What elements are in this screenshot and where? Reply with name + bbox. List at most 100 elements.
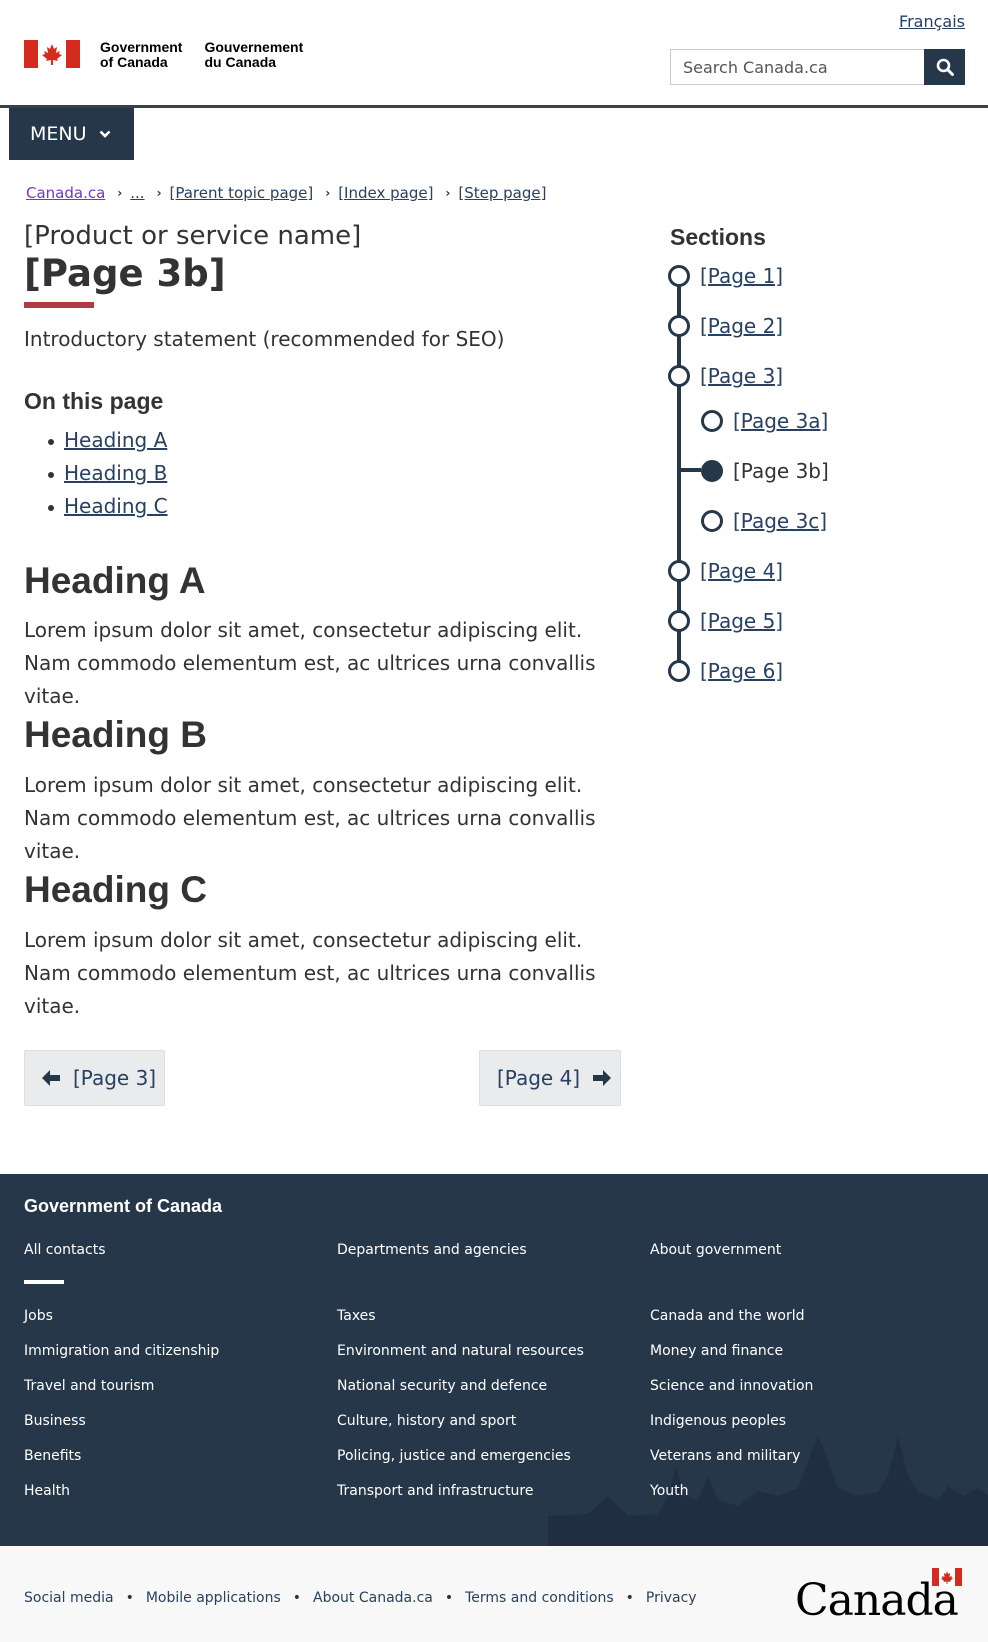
search-button[interactable] [924,49,965,85]
step-circle-icon [668,365,690,387]
separator-dot: • [444,1590,454,1606]
footer-link-privacy[interactable]: Privacy [646,1590,697,1606]
section-heading-c: Heading C [24,869,207,910]
footer-link[interactable]: Science and innovation [650,1378,813,1394]
footer-link[interactable]: Policing, justice and emergencies [337,1448,571,1464]
sections-nav-item: [Page 4] [668,559,783,583]
sections-nav-item: [Page 2] [668,314,783,338]
chevron-right-icon: › [156,186,162,200]
page-title: [Page 3b] [24,252,226,295]
footer-link-mobile-apps[interactable]: Mobile applications [146,1590,281,1606]
sections-nav-link-page-2[interactable]: [Page 2] [700,314,783,338]
on-this-page-link-heading-c[interactable]: Heading C [64,494,168,518]
footer-link[interactable]: Business [24,1413,86,1429]
separator-dot: • [292,1590,302,1606]
sections-nav-link-page-4[interactable]: [Page 4] [700,559,783,583]
language-toggle-link[interactable]: Français [899,12,965,31]
footer-link-social-media[interactable]: Social media [24,1590,114,1606]
breadcrumb-link-ellipsis[interactable]: ... [130,184,144,202]
sections-nav-item: [Page 3b] [701,459,829,483]
next-page-button[interactable]: [Page 4] [479,1050,621,1106]
footer-column-3: Canada and the world Money and finance S… [650,1308,813,1518]
breadcrumb-item: [Parent topic page] [170,184,314,202]
list-item: Money and finance [650,1343,813,1378]
breadcrumb-link-home[interactable]: Canada.ca [26,184,105,202]
step-filled-circle-icon [701,460,723,482]
footer-link[interactable]: Indigenous peoples [650,1413,786,1429]
list-item: Business [24,1413,219,1448]
search-input[interactable] [670,49,924,85]
on-this-page-link-heading-a[interactable]: Heading A [64,428,167,452]
footer-link[interactable]: Environment and natural resources [337,1343,584,1359]
footer-title: Government of Canada [24,1196,223,1216]
signature-french: Gouvernement du Canada [204,40,303,70]
arrow-right-icon [593,1070,612,1086]
breadcrumb-item: Canada.ca [26,184,105,202]
list-item: Immigration and citizenship [24,1343,219,1378]
section-body-a: Lorem ipsum dolor sit amet, consectetur … [24,618,596,708]
search-form [670,49,965,85]
footer-link-about-government[interactable]: About government [650,1242,781,1258]
list-item: Benefits [24,1448,219,1483]
sections-nav-item: [Page 3c] [701,509,827,533]
step-circle-icon [668,315,690,337]
list-item: Policing, justice and emergencies [337,1448,584,1483]
intro-statement: Introductory statement (recommended for … [24,327,505,351]
header-divider [0,105,988,108]
chevron-right-icon: › [117,186,123,200]
footer-link[interactable]: Money and finance [650,1343,783,1359]
arrow-left-icon [42,1070,60,1086]
sections-nav-link-page-3[interactable]: [Page 3] [700,364,783,388]
footer-link-departments[interactable]: Departments and agencies [337,1242,527,1258]
footer-link-terms[interactable]: Terms and conditions [465,1590,614,1606]
sections-nav-link-page-6[interactable]: [Page 6] [700,659,783,683]
canada-wordmark: Canada [795,1568,962,1626]
list-item: Travel and tourism [24,1378,219,1413]
breadcrumb-link-index[interactable]: [Index page] [338,184,433,202]
on-this-page-link-heading-b[interactable]: Heading B [64,461,167,485]
sections-nav-link-page-3c[interactable]: [Page 3c] [733,509,827,533]
footer-link-all-contacts[interactable]: All contacts [24,1242,106,1258]
sections-nav-title: Sections [670,224,766,250]
menu-button-label: MENU [30,123,87,145]
government-signature[interactable]: Government of Canada Gouvernement du Can… [24,40,303,70]
sections-nav-link-page-1[interactable]: [Page 1] [700,264,783,288]
footer-link[interactable]: Veterans and military [650,1448,800,1464]
footer-link-about-canada[interactable]: About Canada.ca [313,1590,433,1606]
footer-link[interactable]: Immigration and citizenship [24,1343,219,1359]
breadcrumb-link-parent-topic[interactable]: [Parent topic page] [170,184,314,202]
breadcrumb-link-step[interactable]: [Step page] [458,184,546,202]
signature-fr-line2: du Canada [204,54,277,70]
footer-link[interactable]: Health [24,1483,70,1499]
step-circle-icon [668,610,690,632]
list-item: Health [24,1483,219,1518]
footer-link[interactable]: Canada and the world [650,1308,805,1324]
footer-bottom: Social media • Mobile applications • Abo… [0,1546,988,1642]
canada-flag-icon [24,40,80,68]
breadcrumb: Canada.ca › ... › [Parent topic page] › … [26,184,546,202]
footer-link[interactable]: Transport and infrastructure [337,1483,534,1499]
list-item: Heading C [48,494,168,527]
sections-nav-link-page-3a[interactable]: [Page 3a] [733,409,828,433]
footer-link[interactable]: Culture, history and sport [337,1413,516,1429]
footer-link[interactable]: Youth [650,1483,689,1499]
previous-page-label: [Page 3] [73,1066,157,1090]
sections-nav-item: [Page 3a] [701,409,828,433]
breadcrumb-item: [Step page] [458,184,546,202]
footer-link[interactable]: Travel and tourism [24,1378,154,1394]
footer-link[interactable]: Taxes [337,1308,376,1324]
chevron-right-icon: › [445,186,451,200]
on-this-page-heading: On this page [24,388,164,414]
footer-link[interactable]: Benefits [24,1448,81,1464]
list-item: Transport and infrastructure [337,1483,584,1518]
footer-link[interactable]: Jobs [24,1308,53,1324]
list-item: Youth [650,1483,813,1518]
previous-page-button[interactable]: [Page 3] [24,1050,165,1106]
next-page-label: [Page 4] [497,1066,581,1090]
signature-english: Government of Canada [100,40,182,70]
sections-nav-link-page-5[interactable]: [Page 5] [700,609,783,633]
sections-nav-item: [Page 1] [668,264,783,288]
menu-button[interactable]: MENU [9,108,134,160]
footer-link[interactable]: National security and defence [337,1378,547,1394]
signature-en-line2: of Canada [100,54,168,70]
